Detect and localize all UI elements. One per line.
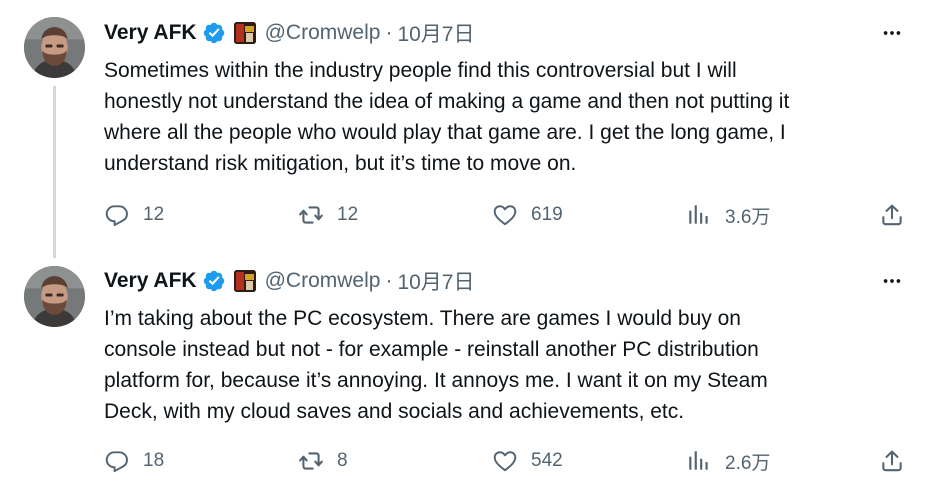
verified-badge-icon[interactable] (202, 21, 226, 45)
like-count: 619 (531, 204, 563, 225)
display-name[interactable]: Very AFK (104, 21, 197, 45)
views-icon (686, 202, 712, 228)
avatar[interactable] (24, 17, 85, 78)
avatar[interactable] (24, 266, 85, 327)
display-name[interactable]: Very AFK (104, 269, 197, 293)
like-count: 542 (531, 450, 563, 471)
retweet-icon (298, 448, 324, 474)
action-bar: 18 8 542 2.6万 (104, 446, 904, 476)
like-icon (492, 202, 518, 228)
reply-count: 12 (143, 204, 165, 225)
tweet-text: I’m taking about the PC ecosystem. There… (104, 307, 768, 423)
retweet-icon (298, 202, 324, 228)
tweet-header: Very AFK @Cromwelp · 10月7日 (104, 16, 474, 50)
handle[interactable]: @Cromwelp (265, 21, 381, 45)
views-count: 2.6万 (725, 452, 771, 474)
reply-button[interactable]: 18 (104, 446, 164, 476)
timestamp[interactable]: 10月7日 (397, 18, 474, 48)
affiliate-badge-icon[interactable] (233, 270, 256, 292)
timestamp[interactable]: 10月7日 (397, 266, 474, 296)
views-count: 3.6万 (725, 206, 771, 228)
retweet-button[interactable]: 8 (298, 446, 348, 476)
handle[interactable]: @Cromwelp (265, 269, 381, 293)
separator: · (385, 21, 393, 44)
retweet-count: 8 (337, 450, 348, 471)
like-button[interactable]: 542 (492, 446, 563, 476)
share-button[interactable] (879, 446, 905, 476)
share-icon (879, 448, 905, 474)
avatar-image (24, 17, 85, 78)
avatar-image (24, 266, 85, 327)
tweet[interactable]: Very AFK @Cromwelp · 10月7日 Sometimes wit… (0, 0, 931, 248)
tweet-header: Very AFK @Cromwelp · 10月7日 (104, 264, 474, 298)
tweet-text: Sometimes within the industry people fin… (104, 59, 790, 175)
reply-icon (104, 448, 130, 474)
views-button[interactable]: 3.6万 (686, 200, 770, 230)
reply-icon (104, 202, 130, 228)
share-button[interactable] (879, 200, 905, 230)
more-icon[interactable] (879, 22, 905, 44)
reply-button[interactable]: 12 (104, 200, 164, 230)
action-bar: 12 12 619 3.6万 (104, 200, 904, 230)
affiliate-badge-icon[interactable] (233, 22, 256, 44)
separator: · (385, 269, 393, 292)
share-icon (879, 202, 905, 228)
views-icon (686, 448, 712, 474)
verified-badge-icon[interactable] (202, 269, 226, 293)
retweet-button[interactable]: 12 (298, 200, 358, 230)
like-icon (492, 448, 518, 474)
more-icon[interactable] (879, 270, 905, 292)
tweet[interactable]: Very AFK @Cromwelp · 10月7日 I’m taking ab… (0, 248, 931, 490)
views-button[interactable]: 2.6万 (686, 446, 770, 476)
retweet-count: 12 (337, 204, 359, 225)
like-button[interactable]: 619 (492, 200, 563, 230)
reply-count: 18 (143, 450, 165, 471)
